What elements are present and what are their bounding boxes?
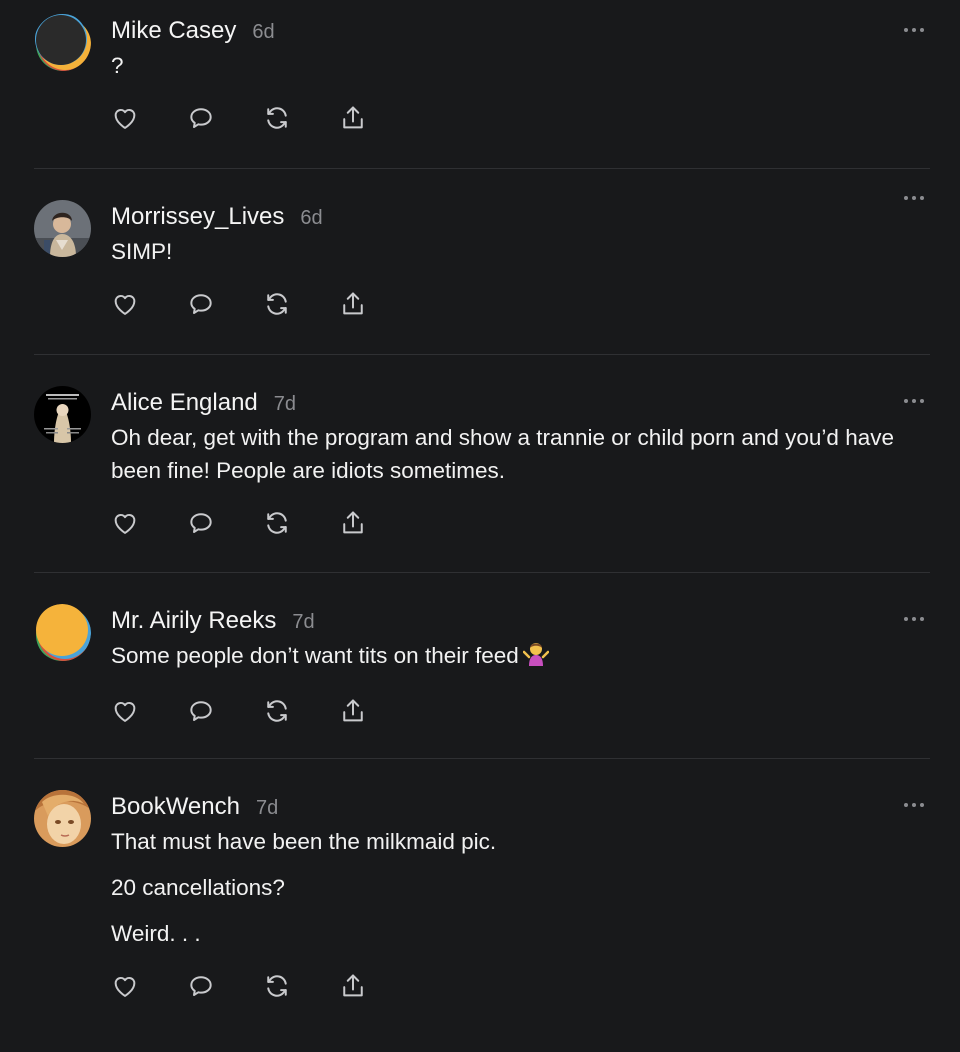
comment-feed: Mike Casey 6d ? Morrissey_Lives 6d SIMP!… [0,0,960,1052]
more-options-icon[interactable] [904,399,926,405]
author-name[interactable]: Morrissey_Lives [111,203,284,231]
timestamp[interactable]: 7d [274,393,296,416]
comment-button[interactable] [187,972,215,1000]
comment: Mike Casey 6d ? [0,0,960,168]
avatar[interactable] [34,386,91,443]
more-options-icon[interactable] [904,196,926,202]
refresh-icon [267,700,287,722]
share-button[interactable] [339,972,367,1000]
comment-text: Oh dear, get with the program and show a… [111,425,894,483]
like-button[interactable] [111,290,139,318]
comment-text: 20 cancellations? [111,875,285,900]
share-button[interactable] [339,697,367,725]
more-options-icon[interactable] [904,617,926,623]
timestamp[interactable]: 7d [256,797,278,820]
refresh-icon [267,975,287,997]
comment-text: That must have been the milkmaid pic. [111,829,497,854]
share-upload-icon [343,292,363,315]
comment: Mr. Airily Reeks 7d Some people don’t wa… [0,572,960,758]
restack-button[interactable] [263,697,291,725]
timestamp[interactable]: 7d [292,611,314,634]
speech-bubble-icon [190,701,212,721]
timestamp[interactable]: 6d [252,21,274,44]
like-button[interactable] [111,972,139,1000]
share-upload-icon [343,974,363,997]
share-button[interactable] [339,509,367,537]
comment-text: ? [111,53,124,78]
comment-button[interactable] [187,290,215,318]
timestamp[interactable]: 6d [300,207,322,230]
author-name[interactable]: Mike Casey [111,17,236,45]
avatar[interactable] [34,790,91,847]
share-button[interactable] [339,290,367,318]
share-button[interactable] [339,104,367,132]
author-name[interactable]: Mr. Airily Reeks [111,607,276,635]
share-upload-icon [343,699,363,722]
more-options-icon[interactable] [904,28,926,34]
restack-button[interactable] [263,104,291,132]
speech-bubble-icon [190,976,212,996]
restack-button[interactable] [263,290,291,318]
restack-button[interactable] [263,972,291,1000]
avatar[interactable] [34,14,91,71]
comment-button[interactable] [187,104,215,132]
refresh-icon [267,107,287,129]
comment-text-line: Some people don’t want tits on their fee… [111,639,930,675]
like-button[interactable] [111,509,139,537]
comment: Alice England 7d Oh dear, get with the p… [0,354,960,572]
comment-text: Weird. . . [111,921,201,946]
heart-icon [114,514,136,534]
share-upload-icon [343,106,363,129]
heart-icon [114,295,136,315]
restack-button[interactable] [263,509,291,537]
avatar[interactable] [34,200,91,257]
person-shrugging-icon [522,640,550,675]
author-name[interactable]: Alice England [111,389,258,417]
heart-icon [114,109,136,129]
heart-icon [114,702,136,722]
author-name[interactable]: BookWench [111,793,240,821]
comment-text: SIMP! [111,239,173,264]
more-options-icon[interactable] [904,803,926,809]
speech-bubble-icon [190,108,212,128]
comment-text: Some people don’t want tits on their fee… [111,643,519,668]
like-button[interactable] [111,697,139,725]
like-button[interactable] [111,104,139,132]
comment-button[interactable] [187,697,215,725]
share-upload-icon [343,511,363,534]
refresh-icon [267,512,287,534]
comment: BookWench 7d That must have been the mil… [0,758,960,1052]
speech-bubble-icon [190,513,212,533]
speech-bubble-icon [190,294,212,314]
heart-icon [114,977,136,997]
refresh-icon [267,293,287,315]
avatar[interactable] [34,604,91,661]
comment-button[interactable] [187,509,215,537]
comment: Morrissey_Lives 6d SIMP! [0,168,960,354]
